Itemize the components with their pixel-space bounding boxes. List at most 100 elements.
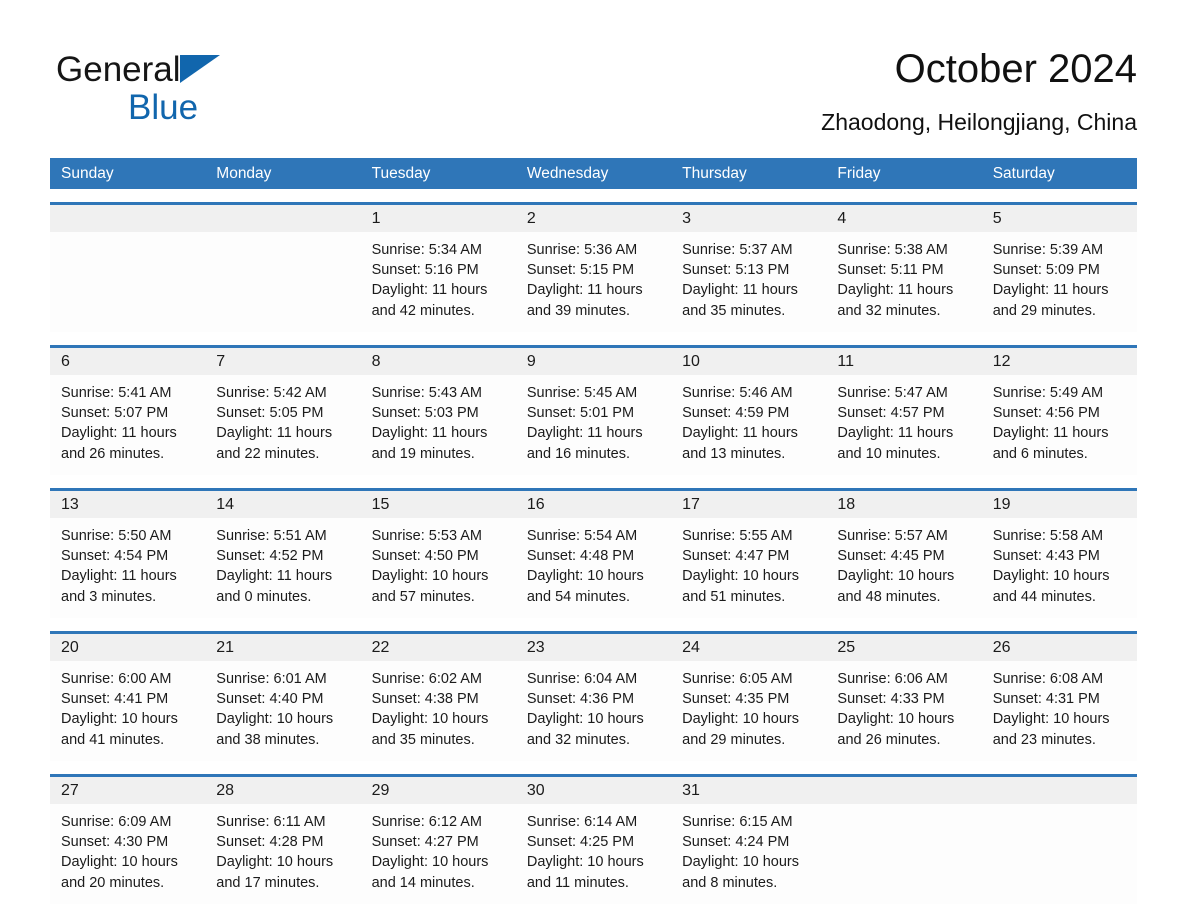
day-cell[interactable]: Sunrise: 6:08 AM Sunset: 4:31 PM Dayligh…	[982, 661, 1137, 761]
weekday-header-thursday: Thursday	[682, 165, 747, 182]
day-cell[interactable]: Sunrise: 5:55 AM Sunset: 4:47 PM Dayligh…	[671, 518, 826, 618]
sunrise-text: Sunrise: 5:50 AM	[61, 528, 172, 544]
daylight-text-line1: Daylight: 11 hours	[682, 282, 798, 299]
week-row: 1 2 3 4 5 Sunrise: 5:34 AM Sunset: 5:16 …	[50, 202, 1137, 332]
sunset-text: Sunset: 4:33 PM	[837, 691, 945, 708]
day-number: 30	[526, 782, 545, 799]
day-cell[interactable]: Sunrise: 6:12 AM Sunset: 4:27 PM Dayligh…	[361, 804, 516, 904]
sunrise-text: Sunrise: 5:37 AM	[682, 242, 793, 258]
daylight-text-line1: Daylight: 10 hours	[682, 854, 799, 871]
daylight-text-line1: Daylight: 10 hours	[682, 568, 799, 585]
day-cell[interactable]: Sunrise: 5:46 AM Sunset: 4:59 PM Dayligh…	[671, 375, 826, 475]
day-cell[interactable]: Sunrise: 5:43 AM Sunset: 5:03 PM Dayligh…	[361, 375, 516, 475]
day-number: 12	[992, 353, 1011, 370]
day-cell[interactable]: Sunrise: 5:37 AM Sunset: 5:13 PM Dayligh…	[671, 232, 826, 332]
day-number: 7	[216, 353, 226, 370]
daylight-text-line1: Daylight: 11 hours	[837, 282, 954, 299]
daylight-text-line1: Daylight: 11 hours	[371, 425, 488, 442]
day-cell[interactable]: Sunrise: 6:06 AM Sunset: 4:33 PM Dayligh…	[826, 661, 981, 761]
sunrise-text: Sunrise: 5:36 AM	[526, 242, 638, 258]
week-row: 13 14 15 16 17 18 19 Sunrise: 5:50 AM Su…	[50, 488, 1137, 618]
day-cell[interactable]	[205, 232, 360, 332]
day-number: 8	[371, 353, 381, 370]
week-detail-row: Sunrise: 6:00 AM Sunset: 4:41 PM Dayligh…	[50, 661, 1137, 761]
day-cell[interactable]: Sunrise: 5:50 AM Sunset: 4:54 PM Dayligh…	[50, 518, 205, 618]
sunrise-text: Sunrise: 6:04 AM	[526, 671, 638, 687]
day-number	[50, 205, 205, 232]
daylight-text-line2: and 26 minutes.	[837, 731, 941, 748]
sunrise-text: Sunrise: 6:01 AM	[216, 671, 327, 687]
day-cell[interactable]: Sunrise: 6:09 AM Sunset: 4:30 PM Dayligh…	[50, 804, 205, 904]
daylight-text-line2: and 44 minutes.	[992, 588, 1096, 605]
day-cell[interactable]: Sunrise: 5:39 AM Sunset: 5:09 PM Dayligh…	[982, 232, 1137, 332]
day-number: 29	[371, 782, 390, 799]
day-cell[interactable]: Sunrise: 6:11 AM Sunset: 4:28 PM Dayligh…	[205, 804, 360, 904]
day-cell[interactable]: Sunrise: 5:36 AM Sunset: 5:15 PM Dayligh…	[516, 232, 671, 332]
day-number: 15	[371, 496, 390, 513]
day-number: 31	[682, 782, 700, 799]
sunset-text: Sunset: 4:45 PM	[837, 548, 945, 565]
day-cell[interactable]: Sunrise: 5:53 AM Sunset: 4:50 PM Dayligh…	[361, 518, 516, 618]
daylight-text-line2: and 20 minutes.	[61, 874, 165, 891]
day-cell[interactable]: Sunrise: 5:41 AM Sunset: 5:07 PM Dayligh…	[50, 375, 205, 475]
daylight-text-line1: Daylight: 11 hours	[526, 425, 643, 442]
daylight-text-line1: Daylight: 10 hours	[371, 568, 489, 585]
daylight-text-line2: and 3 minutes.	[61, 588, 157, 605]
day-cell[interactable]: Sunrise: 6:15 AM Sunset: 4:24 PM Dayligh…	[671, 804, 826, 904]
day-number: 17	[682, 496, 700, 513]
day-cell[interactable]: Sunrise: 6:04 AM Sunset: 4:36 PM Dayligh…	[516, 661, 671, 761]
day-cell[interactable]: Sunrise: 5:42 AM Sunset: 5:05 PM Dayligh…	[205, 375, 360, 475]
day-cell[interactable]: Sunrise: 5:45 AM Sunset: 5:01 PM Dayligh…	[516, 375, 671, 475]
daylight-text-line1: Daylight: 10 hours	[682, 711, 799, 728]
day-cell[interactable]: Sunrise: 6:14 AM Sunset: 4:25 PM Dayligh…	[516, 804, 671, 904]
day-cell[interactable]	[50, 232, 205, 332]
weekday-header-friday: Friday	[837, 165, 881, 182]
daylight-text-line1: Daylight: 11 hours	[992, 282, 1109, 299]
daylight-text-line1: Daylight: 11 hours	[992, 425, 1109, 442]
week-detail-row: Sunrise: 6:09 AM Sunset: 4:30 PM Dayligh…	[50, 804, 1137, 904]
day-cell[interactable]: Sunrise: 5:51 AM Sunset: 4:52 PM Dayligh…	[205, 518, 360, 618]
day-cell[interactable]: Sunrise: 5:47 AM Sunset: 4:57 PM Dayligh…	[826, 375, 981, 475]
daylight-text-line2: and 29 minutes.	[682, 731, 786, 748]
day-cell[interactable]: Sunrise: 6:02 AM Sunset: 4:38 PM Dayligh…	[361, 661, 516, 761]
sunrise-text: Sunrise: 6:14 AM	[526, 814, 638, 830]
sunset-text: Sunset: 4:40 PM	[216, 691, 324, 708]
day-cell[interactable]	[826, 804, 981, 904]
daylight-text-line1: Daylight: 11 hours	[526, 282, 643, 299]
day-cell[interactable]: Sunrise: 5:57 AM Sunset: 4:45 PM Dayligh…	[826, 518, 981, 618]
sunset-text: Sunset: 4:31 PM	[992, 691, 1100, 708]
daylight-text-line1: Daylight: 11 hours	[371, 282, 488, 299]
title-block: October 2024 Zhaodong, Heilongjiang, Chi…	[821, 44, 1137, 136]
week-row: 6 7 8 9 10 11 12 Sunrise: 5:41 AM Sunset…	[50, 345, 1137, 475]
daylight-text-line1: Daylight: 10 hours	[992, 568, 1110, 585]
sunset-text: Sunset: 5:07 PM	[61, 405, 169, 422]
day-number: 13	[61, 496, 79, 513]
sunrise-text: Sunrise: 5:57 AM	[837, 528, 948, 544]
daylight-text-line1: Daylight: 11 hours	[61, 568, 177, 585]
day-cell[interactable]: Sunrise: 5:38 AM Sunset: 5:11 PM Dayligh…	[826, 232, 981, 332]
day-number: 1	[371, 210, 381, 227]
day-cell[interactable]: Sunrise: 5:54 AM Sunset: 4:48 PM Dayligh…	[516, 518, 671, 618]
day-cell[interactable]: Sunrise: 5:49 AM Sunset: 4:56 PM Dayligh…	[982, 375, 1137, 475]
sunrise-text: Sunrise: 6:02 AM	[371, 671, 482, 687]
day-cell[interactable]	[982, 804, 1137, 904]
sunrise-text: Sunrise: 5:58 AM	[992, 528, 1104, 544]
sunset-text: Sunset: 4:47 PM	[682, 548, 790, 565]
sunset-text: Sunset: 4:35 PM	[682, 691, 790, 708]
week-daynumber-band: 13 14 15 16 17 18 19	[50, 491, 1137, 518]
day-number: 11	[837, 353, 855, 370]
day-cell[interactable]: Sunrise: 5:58 AM Sunset: 4:43 PM Dayligh…	[982, 518, 1137, 618]
logo-word-general: General	[56, 50, 181, 89]
sunrise-text: Sunrise: 5:45 AM	[526, 385, 638, 401]
sunrise-text: Sunrise: 6:11 AM	[216, 814, 326, 830]
day-cell[interactable]: Sunrise: 6:01 AM Sunset: 4:40 PM Dayligh…	[205, 661, 360, 761]
day-cell[interactable]: Sunrise: 6:05 AM Sunset: 4:35 PM Dayligh…	[671, 661, 826, 761]
day-number: 20	[61, 639, 79, 656]
sunset-text: Sunset: 4:48 PM	[526, 548, 635, 565]
sunset-text: Sunset: 5:13 PM	[682, 262, 790, 279]
day-cell[interactable]: Sunrise: 6:00 AM Sunset: 4:41 PM Dayligh…	[50, 661, 205, 761]
day-number: 26	[992, 639, 1011, 656]
week-row: 20 21 22 23 24 25 26 Sunrise: 6:00 AM Su…	[50, 631, 1137, 761]
day-number: 18	[837, 496, 856, 513]
day-cell[interactable]: Sunrise: 5:34 AM Sunset: 5:16 PM Dayligh…	[361, 232, 516, 332]
